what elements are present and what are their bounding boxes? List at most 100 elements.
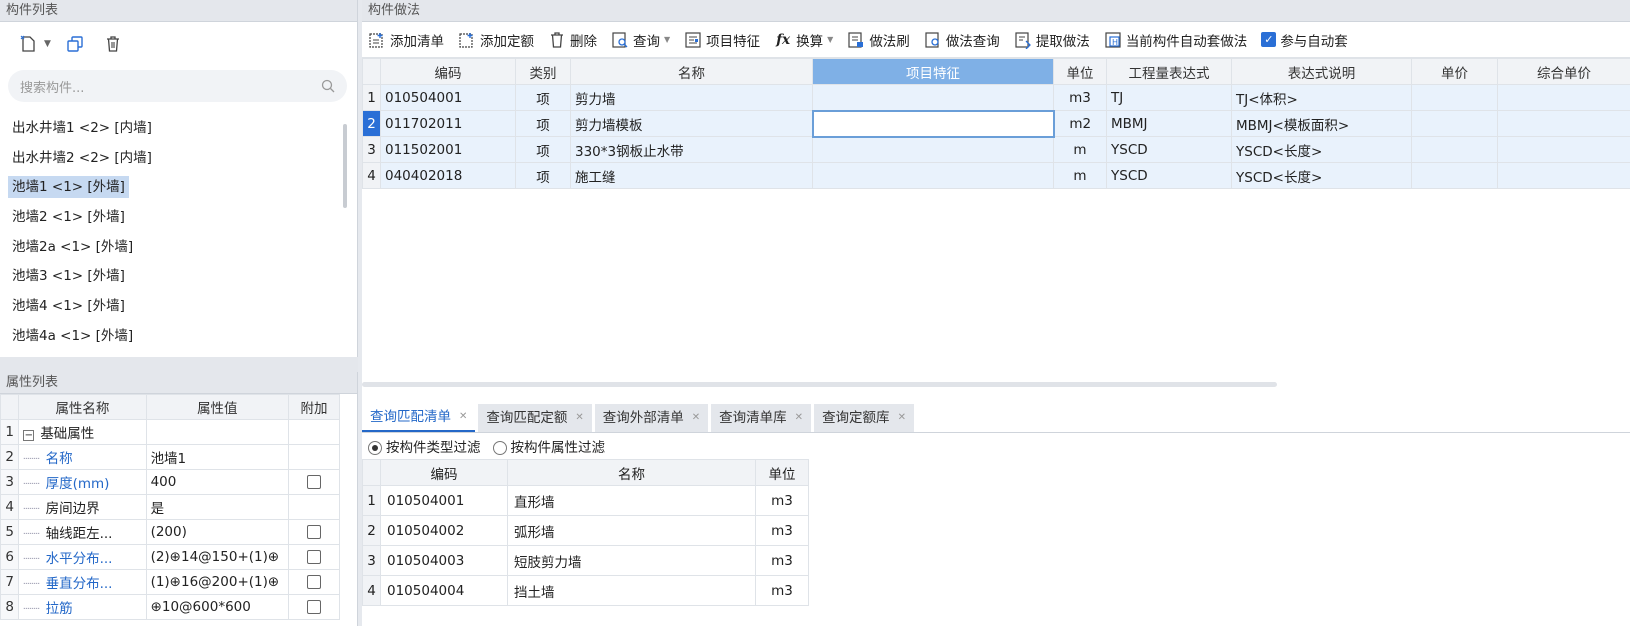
table-row[interactable]: 8 ┈┈ 拉筋 ⊕10@600*600 bbox=[0, 594, 340, 620]
cell-desc[interactable]: MBMJ<模板面积> bbox=[1231, 110, 1412, 137]
cell-total[interactable] bbox=[1497, 136, 1630, 163]
method-query-button[interactable]: 做法查询 bbox=[924, 30, 1000, 50]
extra-checkbox[interactable] bbox=[307, 475, 322, 489]
auto-apply-button[interactable]: H 当前构件自动套做法 bbox=[1104, 30, 1247, 50]
tab-list-library[interactable]: 查询清单库 ✕ bbox=[711, 404, 812, 432]
tree-item[interactable]: 池墙4a <1> [外墙] bbox=[0, 324, 357, 354]
copy-component-button[interactable] bbox=[61, 31, 89, 57]
sub-code-header[interactable]: 编码 bbox=[380, 459, 508, 486]
tree-item[interactable]: 出水井墙2 <2> [内墙] bbox=[0, 146, 357, 176]
sub-unit-header[interactable]: 单位 bbox=[755, 459, 809, 486]
delete-button[interactable]: 删除 bbox=[548, 30, 597, 50]
tab-external-list[interactable]: 查询外部清单 ✕ bbox=[594, 404, 709, 432]
extra-checkbox[interactable] bbox=[307, 525, 322, 539]
chevron-down-icon[interactable]: ▼ bbox=[44, 39, 51, 49]
cell-desc[interactable]: TJ<体积> bbox=[1231, 84, 1412, 111]
cell-total[interactable] bbox=[1497, 110, 1630, 137]
sub-name-header[interactable]: 名称 bbox=[507, 459, 756, 486]
close-icon[interactable]: ✕ bbox=[459, 403, 467, 431]
col-code-header[interactable]: 编码 bbox=[380, 58, 516, 85]
cell-type[interactable]: 项 bbox=[515, 110, 571, 137]
close-icon[interactable]: ✕ bbox=[898, 404, 906, 432]
method-table-scrollbar[interactable] bbox=[362, 382, 1277, 387]
col-expr-header[interactable]: 工程量表达式 bbox=[1106, 58, 1232, 85]
cell-total[interactable] bbox=[1497, 162, 1630, 189]
close-icon[interactable]: ✕ bbox=[795, 404, 803, 432]
prop-value[interactable]: (2)⊕14@150+(1)⊕ bbox=[145, 544, 290, 570]
cell-expr[interactable]: TJ bbox=[1106, 84, 1232, 111]
tab-quota-library[interactable]: 查询定额库 ✕ bbox=[814, 404, 914, 432]
cell-code[interactable]: 040402018 bbox=[380, 162, 516, 189]
participate-auto-checkbox[interactable]: ✓ 参与自动套 bbox=[1261, 30, 1348, 50]
new-component-button[interactable] bbox=[14, 31, 42, 57]
cell-code[interactable]: 011502001 bbox=[380, 136, 516, 163]
col-price-header[interactable]: 单价 bbox=[1411, 58, 1498, 85]
prop-value[interactable]: 池墙1 bbox=[145, 444, 290, 470]
cell-price[interactable] bbox=[1411, 84, 1498, 111]
cell-expr[interactable]: MBMJ bbox=[1106, 110, 1232, 137]
delete-component-button[interactable] bbox=[99, 31, 127, 57]
prop-value[interactable]: ⊕10@600*600 bbox=[145, 594, 290, 620]
tab-match-quota[interactable]: 查询匹配定额 ✕ bbox=[478, 404, 592, 432]
col-feature-header[interactable]: 项目特征 bbox=[812, 58, 1054, 85]
col-desc-header[interactable]: 表达式说明 bbox=[1231, 58, 1412, 85]
col-type-header[interactable]: 类别 bbox=[515, 58, 571, 85]
cell-name[interactable]: 剪力墙模板 bbox=[570, 110, 813, 137]
prop-value[interactable]: (1)⊕16@200+(1)⊕ bbox=[145, 569, 290, 595]
add-quota-button[interactable]: 添加定额 bbox=[458, 30, 534, 50]
query-button[interactable]: 查询 ▼ bbox=[611, 30, 670, 50]
collapse-icon[interactable]: − bbox=[23, 430, 35, 441]
cell-feature[interactable] bbox=[812, 84, 1054, 111]
cell-feature[interactable] bbox=[812, 162, 1054, 189]
tree-item[interactable]: 池墙4 <1> [外墙] bbox=[0, 294, 357, 324]
extract-method-button[interactable]: 提取做法 bbox=[1014, 30, 1090, 50]
extra-checkbox[interactable] bbox=[307, 550, 322, 564]
cell-feature-editing[interactable] bbox=[811, 109, 1055, 138]
cell-expr[interactable]: YSCD bbox=[1106, 162, 1232, 189]
cell-total[interactable] bbox=[1497, 84, 1630, 111]
cell-type[interactable]: 项 bbox=[515, 136, 571, 163]
prop-value[interactable]: 400 bbox=[145, 469, 290, 495]
table-row[interactable]: 4 ┈┈ 房间边界 是 bbox=[0, 494, 340, 520]
cell-type[interactable]: 项 bbox=[515, 162, 571, 189]
extra-checkbox[interactable] bbox=[307, 600, 322, 614]
table-row-current[interactable]: 2 011702011 项 剪力墙模板 m2 MBMJ MBMJ<模板面积> bbox=[362, 109, 1630, 138]
method-brush-button[interactable]: 做法刷 bbox=[847, 30, 910, 50]
table-row[interactable]: 2 010504002 弧形墙 m3 bbox=[362, 515, 809, 546]
cell-desc[interactable]: YSCD<长度> bbox=[1231, 136, 1412, 163]
tree-item[interactable]: 池墙2a <1> [外墙] bbox=[0, 235, 357, 265]
col-unit-header[interactable]: 单位 bbox=[1053, 58, 1107, 85]
cell-unit[interactable]: m bbox=[1053, 162, 1107, 189]
tree-scrollbar[interactable] bbox=[343, 124, 347, 208]
prop-value[interactable]: (200) bbox=[145, 519, 290, 545]
table-row[interactable]: 7 ┈┈ 垂直分布... (1)⊕16@200+(1)⊕ bbox=[0, 569, 340, 595]
prop-value[interactable]: 是 bbox=[145, 494, 290, 520]
table-row[interactable]: 3 010504003 短肢剪力墙 m3 bbox=[362, 545, 809, 576]
tree-item[interactable]: 出水井墙1 <2> [内墙] bbox=[0, 116, 357, 146]
tab-match-list[interactable]: 查询匹配清单 ✕ bbox=[362, 403, 476, 432]
search-icon[interactable] bbox=[321, 79, 335, 93]
tree-item[interactable]: 池墙2 <1> [外墙] bbox=[0, 205, 357, 235]
table-row[interactable]: 1 010504001 直形墙 m3 bbox=[362, 485, 809, 516]
item-feature-button[interactable]: 项目特征 bbox=[684, 30, 760, 50]
panel-splitter[interactable] bbox=[0, 357, 358, 372]
table-row[interactable]: 3 ┈┈ 厚度(mm) 400 bbox=[0, 469, 340, 495]
table-row[interactable]: 2 ┈┈ 名称 池墙1 bbox=[0, 444, 340, 470]
tree-item[interactable]: 池墙3 <1> [外墙] bbox=[0, 264, 357, 294]
cell-desc[interactable]: YSCD<长度> bbox=[1231, 162, 1412, 189]
cell-unit[interactable]: m2 bbox=[1053, 110, 1107, 137]
col-total-header[interactable]: 综合单价 bbox=[1497, 58, 1630, 85]
table-row[interactable]: 3 011502001 项 330*3钢板止水带 m YSCD YSCD<长度> bbox=[362, 136, 1630, 163]
table-row[interactable]: 6 ┈┈ 水平分布... (2)⊕14@150+(1)⊕ bbox=[0, 544, 340, 570]
cell-name[interactable]: 330*3钢板止水带 bbox=[570, 136, 813, 163]
table-row[interactable]: 4 040402018 项 施工缝 m YSCD YSCD<长度> bbox=[362, 162, 1630, 189]
cell-price[interactable] bbox=[1411, 162, 1498, 189]
table-row[interactable]: 4 010504004 挡土墙 m3 bbox=[362, 575, 809, 606]
cell-code[interactable]: 011702011 bbox=[380, 110, 516, 137]
cell-price[interactable] bbox=[1411, 110, 1498, 137]
tree-item-selected[interactable]: 池墙1 <1> [外墙] bbox=[0, 175, 357, 205]
cell-unit[interactable]: m bbox=[1053, 136, 1107, 163]
table-row[interactable]: 1 010504001 项 剪力墙 m3 TJ TJ<体积> bbox=[362, 84, 1630, 111]
convert-button[interactable]: fx 换算 ▼ bbox=[774, 30, 833, 50]
table-row[interactable]: 1 − 基础属性 bbox=[0, 419, 340, 445]
